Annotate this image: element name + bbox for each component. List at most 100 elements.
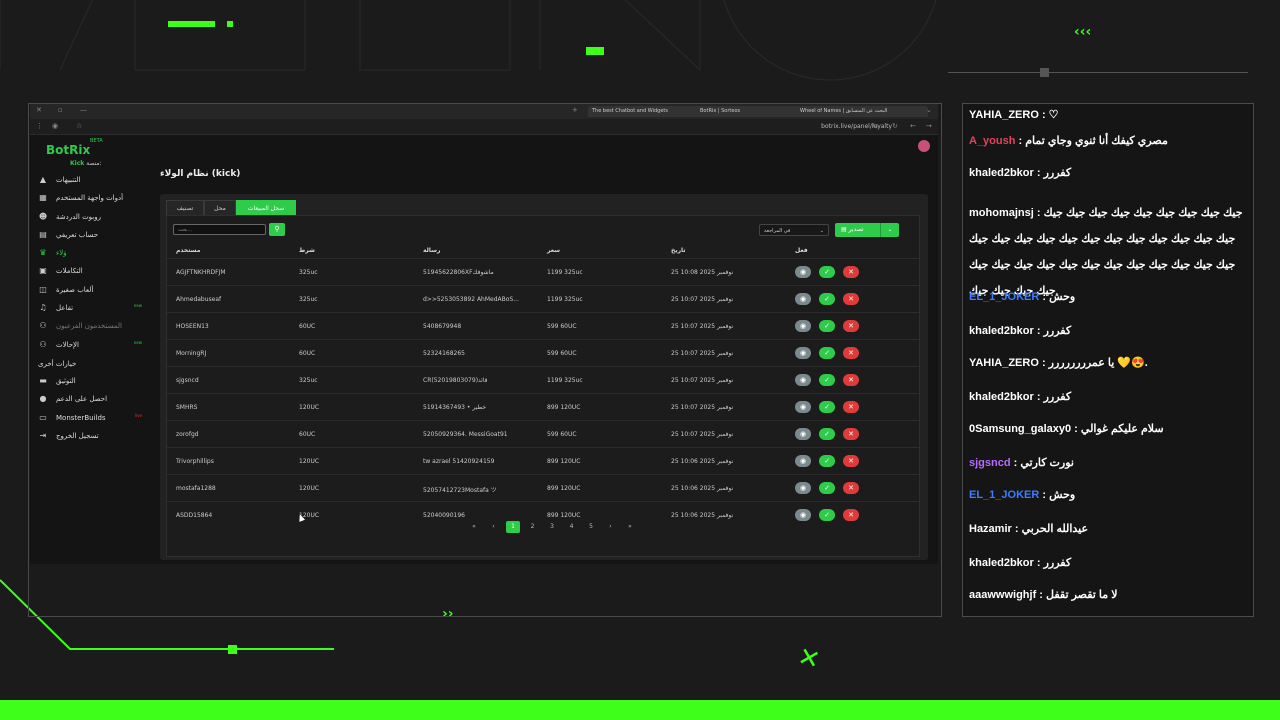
new-tab-icon[interactable]: + [572, 106, 578, 114]
restore-window-icon[interactable]: ▫ [58, 106, 63, 114]
sidebar-item-profile[interactable]: ▤ حساب تعريفي [30, 226, 148, 244]
sidebar-item-chatbot[interactable]: ☻ روبوت الدردشة [30, 208, 148, 226]
tab-menu-icon[interactable]: ⌄ [926, 106, 932, 114]
sidebar-item-monsterbuilds[interactable]: ▭ MonsterBuilds live [30, 409, 148, 427]
cell-date: 25 نوفمبر 2025 10:06 [671, 458, 734, 465]
url-field[interactable]: botrix.live/panel/loyalty [821, 123, 892, 130]
approve-button[interactable]: ✓ [819, 374, 835, 386]
page-button[interactable]: › [604, 521, 618, 533]
reject-button[interactable]: ✕ [843, 455, 859, 467]
approve-button[interactable]: ✓ [819, 401, 835, 413]
sidebar-item-integrations[interactable]: ▣ التكاملات [30, 262, 148, 280]
chat-username: A_yoush [969, 135, 1016, 147]
status-select[interactable]: في المراجعة ⌄ [759, 224, 829, 236]
sidebar-item-referrals[interactable]: ⚇ الإحالات new [30, 336, 148, 354]
page-button[interactable]: « [467, 521, 481, 533]
cell-message: CR(52019803079)قائد [423, 377, 488, 384]
page-button[interactable]: 3 [545, 521, 559, 533]
view-button[interactable]: ◉ [795, 320, 811, 332]
reject-button[interactable]: ✕ [843, 428, 859, 440]
view-button[interactable]: ◉ [795, 428, 811, 440]
menu-dots-icon[interactable]: ⋮ [36, 122, 43, 130]
approve-button[interactable]: ✓ [819, 347, 835, 359]
approve-button[interactable]: ✓ [819, 428, 835, 440]
export-button[interactable]: ▤ تصدير ⌄ [835, 223, 899, 237]
tab-sales-log[interactable]: سجل المبيعات [236, 200, 296, 216]
table-row: sjgsncd 325uc CR(52019803079)قائد 1199 325u… [167, 366, 919, 393]
page-button[interactable]: » [623, 521, 637, 533]
reject-button[interactable]: ✕ [843, 374, 859, 386]
sidebar-item-alerts[interactable]: ▲ التنبيهات [30, 171, 148, 189]
sidebar-item-support[interactable]: ● احصل على الدعم [30, 390, 148, 408]
view-button[interactable]: ◉ [795, 293, 811, 305]
browser-tab[interactable]: BotRix | Sorteos [696, 106, 800, 117]
view-button[interactable]: ◉ [795, 374, 811, 386]
tab-label: BotRix | Sorteos [700, 108, 741, 114]
chevron-down-icon[interactable]: ⌄ [880, 223, 899, 237]
search-button[interactable]: ⚲ [269, 223, 285, 236]
sidebar-item-widgets[interactable]: ▦ أدوات واجهة المستخدم [30, 189, 148, 207]
reject-button[interactable]: ✕ [843, 293, 859, 305]
chat-text: نورت كارتي [1020, 457, 1074, 469]
reload-icon[interactable]: ↻ [892, 122, 898, 130]
reject-button[interactable]: ✕ [843, 320, 859, 332]
view-button[interactable]: ◉ [795, 455, 811, 467]
sidebar-item-docs[interactable]: ▬ التوثيق [30, 372, 148, 390]
overlay-green-dash [168, 21, 215, 27]
chat-panel: YAHIA_ZERO : ♡ A_yoush : مصري كيفك أنا ثن… [962, 103, 1254, 617]
page-button[interactable]: 4 [565, 521, 579, 533]
view-button[interactable]: ◉ [795, 401, 811, 413]
browser-tab[interactable]: The best Chatbot and Widgets [588, 106, 700, 117]
cell-message: d>>5253053892 AhMedABoS... [423, 296, 519, 303]
live-badge: live [134, 412, 142, 418]
sidebar-item-logout[interactable]: ⇥ تسجيل الخروج [30, 427, 148, 445]
browser-tab[interactable]: Wheel of Names | البحث عن المتسابق [796, 106, 928, 117]
reject-button[interactable]: ✕ [843, 347, 859, 359]
page-button[interactable]: 2 [526, 521, 540, 533]
approve-button[interactable]: ✓ [819, 266, 835, 278]
view-button[interactable]: ◉ [795, 266, 811, 278]
page-button[interactable]: 5 [584, 521, 598, 533]
star-icon[interactable]: ☆ [76, 122, 82, 130]
settings-icon[interactable]: ⇆ [872, 122, 878, 130]
sidebar-item-loyalty[interactable]: ♛ وَلاء [30, 244, 148, 262]
chat-text: كفررر [1043, 167, 1072, 179]
back-icon[interactable]: → [926, 122, 932, 130]
sidebar-item-subusers[interactable]: ⚇ المستخدمون الفرعيون [30, 317, 148, 335]
page-button[interactable]: ‹ [487, 521, 501, 533]
view-button[interactable]: ◉ [795, 347, 811, 359]
chat-text: ♡ [1048, 109, 1059, 121]
integrations-icon: ▣ [39, 266, 47, 276]
chevron-down-icon: ⌄ [819, 228, 824, 234]
approve-button[interactable]: ✓ [819, 482, 835, 494]
reject-button[interactable]: ✕ [843, 482, 859, 494]
sidebar-item-minigames[interactable]: ◫ ألعاب صغيرة [30, 281, 148, 299]
browser-tabbar: ✕ ▫ — + The best Chatbot and Widgets Bot… [30, 104, 938, 119]
cell-condition: 120UC [299, 458, 320, 465]
search-input[interactable]: بحث... [173, 224, 266, 235]
eye-icon[interactable]: ◉ [52, 122, 58, 130]
table-row: AGJFTNKHRDFJM 325uc 51945622806XFماشوفك 119… [167, 258, 919, 285]
approve-button[interactable]: ✓ [819, 293, 835, 305]
search-icon: ⚲ [274, 225, 280, 233]
reject-button[interactable]: ✕ [843, 401, 859, 413]
tab-shop[interactable]: محل [204, 200, 236, 216]
page-button[interactable]: 1 [506, 521, 520, 533]
close-window-icon[interactable]: ✕ [36, 106, 42, 114]
forward-icon[interactable]: ← [910, 122, 916, 130]
tab-ranking[interactable]: تصنيف [166, 200, 204, 216]
minimize-window-icon[interactable]: — [80, 106, 87, 114]
approve-button[interactable]: ✓ [819, 320, 835, 332]
approve-button[interactable]: ✓ [819, 455, 835, 467]
cell-user: MorningRJ [176, 350, 207, 357]
view-button[interactable]: ◉ [795, 482, 811, 494]
sidebar-item-interaction[interactable]: ♫ تفاعل new [30, 299, 148, 317]
reject-button[interactable]: ✕ [843, 509, 859, 521]
approve-button[interactable]: ✓ [819, 509, 835, 521]
view-button[interactable]: ◉ [795, 509, 811, 521]
overlay-chevrons-icon: ‹‹‹ [1074, 24, 1092, 40]
reject-button[interactable]: ✕ [843, 266, 859, 278]
overlay-green-dot [227, 21, 233, 27]
chat-message: YAHIA_ZERO : ♡ [969, 108, 1059, 121]
botrix-logo[interactable]: BotRix [46, 143, 90, 157]
